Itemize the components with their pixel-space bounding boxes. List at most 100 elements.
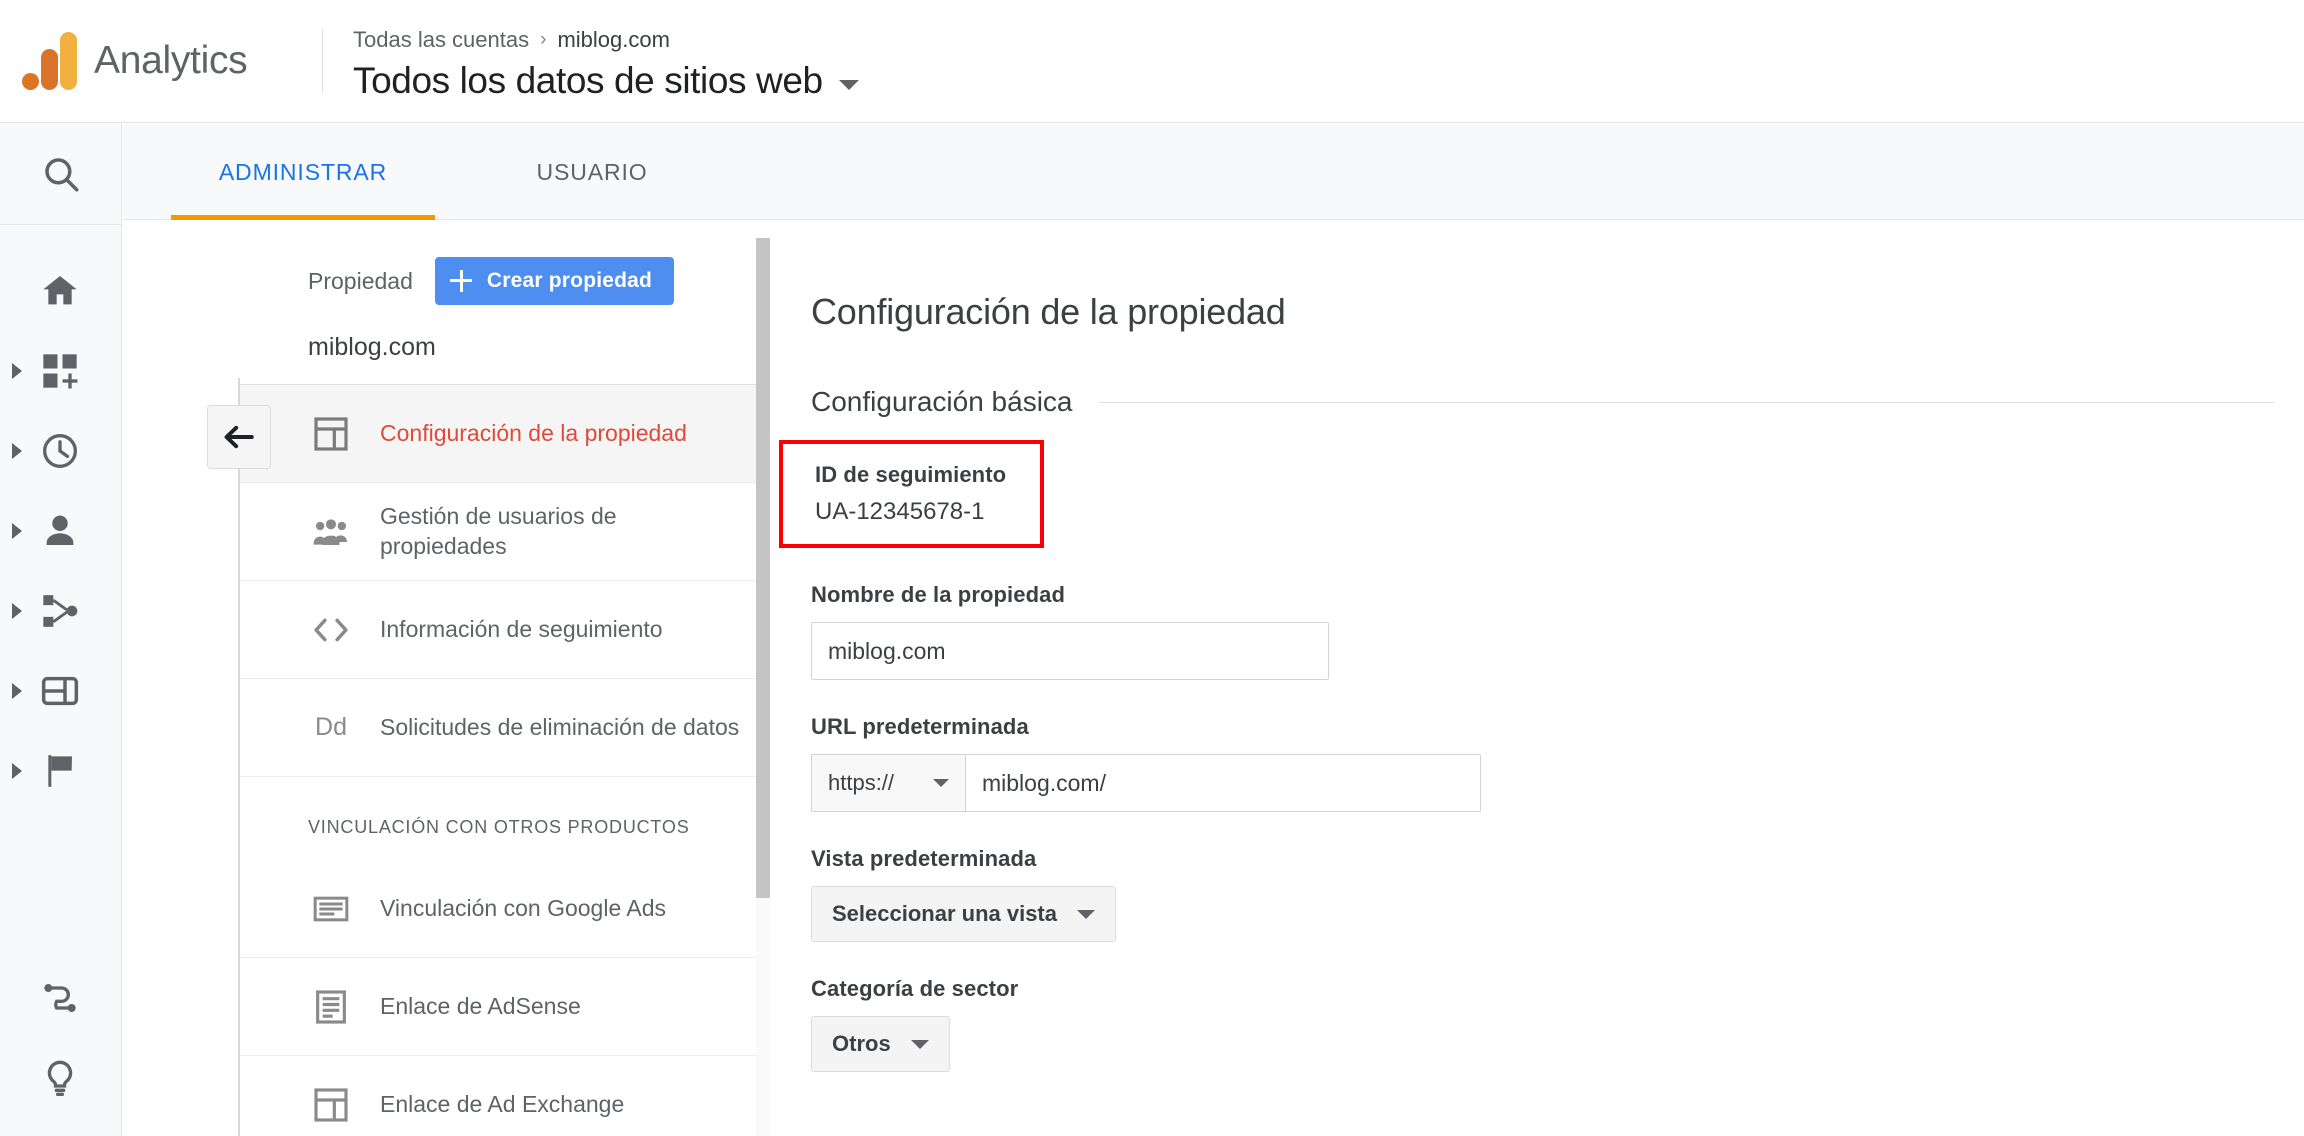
basic-settings-section-header: Configuración básica xyxy=(811,386,2304,418)
behavior-layout-icon xyxy=(36,667,84,715)
sidebar-item-realtime[interactable] xyxy=(0,411,121,491)
view-selector[interactable]: Todos los datos de sitios web xyxy=(353,60,859,102)
menu-item-label: Configuración de la propiedad xyxy=(380,419,687,446)
menu-item-label: Información de seguimiento xyxy=(380,615,663,642)
view-title: Todos los datos de sitios web xyxy=(353,59,823,101)
realtime-clock-icon xyxy=(36,427,84,475)
dd-icon: Dd xyxy=(315,713,347,741)
menu-item-label: Solicitudes de eliminación de datos xyxy=(380,713,740,740)
default-view-field-group: Vista predeterminada Seleccionar una vis… xyxy=(811,846,2304,942)
google-ads-icon xyxy=(308,886,354,932)
expand-triangle-icon[interactable] xyxy=(12,763,22,779)
nav-search-button[interactable] xyxy=(0,123,121,225)
admin-tabs: ADMINISTRAR USUARIO xyxy=(123,124,2304,220)
basic-settings-heading: Configuración básica xyxy=(811,386,1073,417)
sidebar-item-behavior[interactable] xyxy=(0,651,121,731)
tracking-id-label: ID de seguimiento xyxy=(815,462,1007,487)
property-name-label: Nombre de la propiedad xyxy=(811,582,1066,607)
industry-category-field-group: Categoría de sector Otros xyxy=(811,976,2304,1072)
create-property-label: Crear propiedad xyxy=(486,269,653,292)
property-panel-scrollbar-thumb[interactable] xyxy=(756,238,770,898)
breadcrumb: Todas las cuentas › miblog.com xyxy=(353,27,859,53)
expand-triangle-icon[interactable] xyxy=(12,523,22,539)
page-title: Configuración de la propiedad xyxy=(811,291,1286,332)
top-header-bar: Analytics Todas las cuentas › miblog.com… xyxy=(0,0,2304,123)
sidebar-item-discover[interactable] xyxy=(0,1038,121,1118)
chevron-down-icon[interactable] xyxy=(838,79,859,90)
menu-item-solicitudes-eliminacion[interactable]: Dd Solicitudes de eliminación de datos xyxy=(238,679,758,777)
menu-item-google-ads[interactable]: Vinculación con Google Ads xyxy=(238,860,758,958)
breadcrumb-current[interactable]: miblog.com xyxy=(557,27,669,53)
sidebar-item-attribution[interactable] xyxy=(0,958,121,1038)
code-brackets-icon xyxy=(308,607,354,653)
tracking-id-highlight-box: ID de seguimiento UA-12345678-1 xyxy=(779,440,1044,548)
menu-item-informacion-seguimiento[interactable]: Información de seguimiento xyxy=(238,581,758,679)
left-nav-rail xyxy=(0,123,122,1136)
section-heading-vinculacion: VINCULACIÓN CON OTROS PRODUCTOS xyxy=(308,817,690,837)
industry-category-label: Categoría de sector xyxy=(811,976,1019,1001)
tab-active-indicator xyxy=(171,215,435,220)
adsense-icon xyxy=(308,984,354,1030)
property-name-input[interactable] xyxy=(811,622,1329,680)
default-view-label: Vista predeterminada xyxy=(811,846,1037,871)
tab-usuario[interactable]: USUARIO xyxy=(483,124,701,220)
chevron-down-icon xyxy=(910,1039,929,1049)
section-divider xyxy=(1098,401,2274,403)
brand-name: Analytics xyxy=(94,39,248,82)
expand-triangle-icon[interactable] xyxy=(12,443,22,459)
audience-person-icon xyxy=(36,507,84,555)
conversions-flag-icon xyxy=(36,747,84,795)
users-group-icon xyxy=(308,509,354,555)
menu-item-ad-exchange[interactable]: Enlace de Ad Exchange xyxy=(238,1056,758,1136)
sidebar-item-audience[interactable] xyxy=(0,491,121,571)
url-protocol-value: https:// xyxy=(828,770,895,795)
default-url-label: URL predeterminada xyxy=(811,714,1029,739)
expand-triangle-icon[interactable] xyxy=(12,683,22,699)
menu-item-label: Gestión de usuarios de propiedades xyxy=(380,503,617,559)
acquisition-share-icon xyxy=(36,587,84,635)
plus-icon xyxy=(449,269,473,293)
google-analytics-logo-icon xyxy=(22,32,77,90)
industry-category-value: Otros xyxy=(832,1031,891,1056)
default-view-select[interactable]: Seleccionar una vista xyxy=(811,886,1116,942)
tab-usuario-label: USUARIO xyxy=(536,158,648,185)
customization-icon xyxy=(36,347,84,395)
menu-item-configuracion-propiedad[interactable]: Configuración de la propiedad xyxy=(238,385,758,483)
menu-item-adsense[interactable]: Enlace de AdSense xyxy=(238,958,758,1056)
tracking-id-value: UA-12345678-1 xyxy=(815,498,985,525)
property-column-label: Propiedad xyxy=(308,267,413,294)
chevron-down-icon xyxy=(1077,909,1095,919)
main-content: Configuración de la propiedad Configurac… xyxy=(779,221,2304,1136)
sidebar-item-conversions[interactable] xyxy=(0,731,121,811)
default-url-input[interactable] xyxy=(965,754,1481,812)
industry-category-select[interactable]: Otros xyxy=(811,1016,950,1072)
rail-bottom-group xyxy=(0,958,121,1118)
expand-triangle-icon[interactable] xyxy=(12,363,22,379)
sidebar-item-home[interactable] xyxy=(0,251,121,331)
collapse-panel-button[interactable] xyxy=(207,405,271,469)
property-selector[interactable]: miblog.com xyxy=(238,305,758,385)
sidebar-item-customization[interactable] xyxy=(0,331,121,411)
menu-item-label: Enlace de Ad Exchange xyxy=(380,1090,625,1117)
sidebar-item-acquisition[interactable] xyxy=(0,571,121,651)
menu-item-label: Enlace de AdSense xyxy=(380,992,581,1019)
tab-administrar-label: ADMINISTRAR xyxy=(218,158,388,185)
expand-triangle-icon[interactable] xyxy=(12,603,22,619)
collapse-rail-line xyxy=(238,378,240,1136)
property-column-header: Propiedad Crear propiedad xyxy=(238,221,758,305)
default-url-field-group: URL predeterminada https:// xyxy=(811,714,2304,812)
brand-area[interactable]: Analytics xyxy=(0,0,318,122)
discover-bulb-icon xyxy=(36,1054,84,1102)
tab-administrar[interactable]: ADMINISTRAR xyxy=(171,124,435,220)
breadcrumb-root[interactable]: Todas las cuentas xyxy=(353,27,529,53)
header-title-block: Todas las cuentas › miblog.com Todos los… xyxy=(323,0,859,122)
url-protocol-select[interactable]: https:// xyxy=(811,754,965,812)
search-icon xyxy=(40,153,82,195)
menu-item-label: Vinculación con Google Ads xyxy=(380,894,666,921)
menu-item-gestion-usuarios[interactable]: Gestión de usuarios de propiedades xyxy=(238,483,758,581)
default-url-row: https:// xyxy=(811,754,2304,812)
breadcrumb-separator-icon: › xyxy=(540,28,547,50)
create-property-button[interactable]: Crear propiedad xyxy=(434,257,675,305)
property-settings-icon xyxy=(308,411,354,457)
default-view-value: Seleccionar una vista xyxy=(832,901,1057,926)
